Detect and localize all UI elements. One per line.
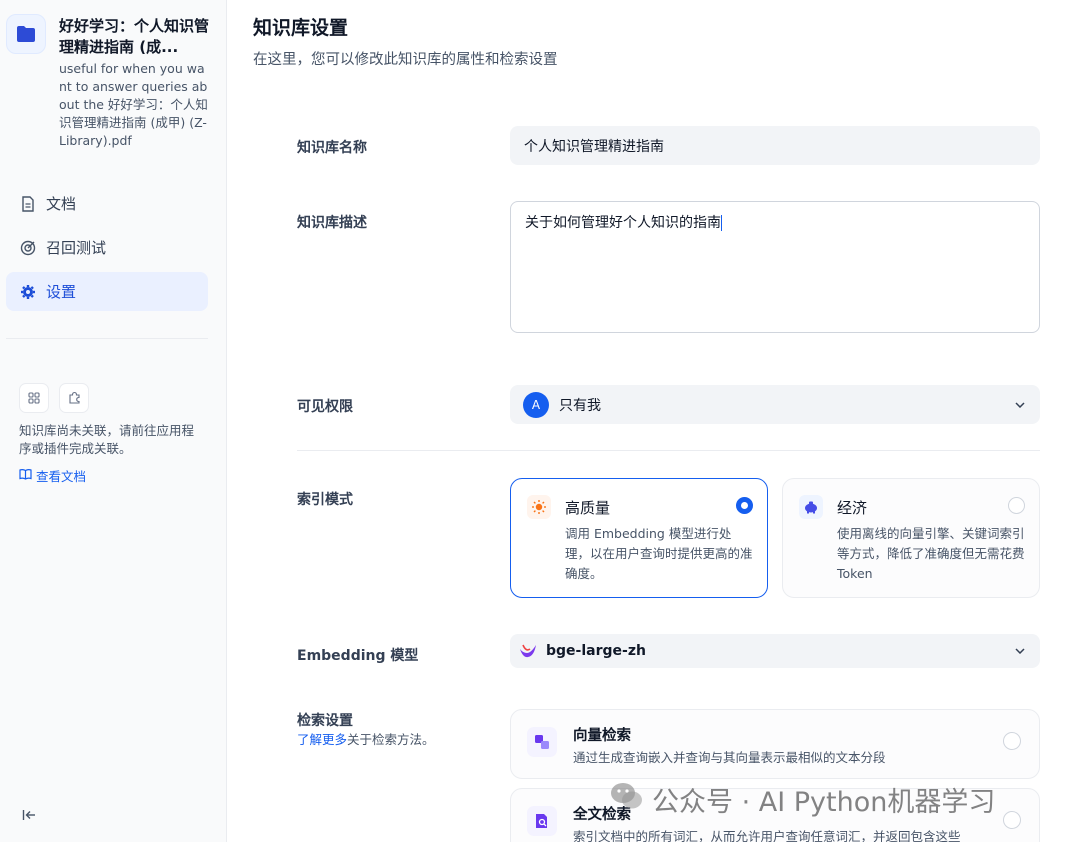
radio-unselected[interactable] [1003,732,1021,750]
plugin-button[interactable] [59,383,89,413]
sidebar-item-label: 文档 [46,195,77,213]
link-buttons [19,383,89,413]
apps-grid-icon [28,389,40,408]
chevron-down-icon [1014,645,1026,657]
sidebar-divider [6,338,208,339]
sidebar-item-label: 召回测试 [46,239,107,257]
watermark-text: 公众号 · AI Python机器学习 [652,787,996,818]
index-mode-economy[interactable]: 经济 使用离线的向量引擎、关键词索引等方式，降低了准确度但无需花费 Token [782,478,1040,598]
chevron-down-icon [1014,399,1026,411]
embedding-model-value: bge-large-zh [546,643,646,659]
section-divider [297,450,1040,451]
book-icon [19,468,32,483]
puzzle-icon [68,389,81,408]
radio-unselected[interactable] [1008,497,1025,514]
view-docs-link[interactable]: 查看文档 [19,466,86,485]
index-mode-desc: 调用 Embedding 模型进行处理，以在用户查询时提供更高的准确度。 [565,526,753,581]
kb-name-label: 知识库名称 [297,140,367,156]
kb-desc-text: 关于如何管理好个人知识的指南 [525,215,721,231]
learn-more-suffix: 关于检索方法。 [347,732,435,747]
target-icon [20,240,36,256]
embedding-model-label: Embedding 模型 [297,648,419,664]
permission-label: 可见权限 [297,399,353,415]
fulltext-search-icon [527,806,557,836]
retrieval-vector-search[interactable]: 向量检索 通过生成查询嵌入并查询与其向量表示最相似的文本分段 [510,709,1040,779]
collapse-sidebar-button[interactable] [20,806,38,824]
radio-selected[interactable] [736,497,753,514]
sidebar-nav: 文档 召回测试 设置 [6,184,208,316]
embedding-model-select[interactable]: bge-large-zh [510,634,1040,668]
sidebar-item-settings[interactable]: 设置 [6,272,208,311]
model-logo-icon [518,641,538,661]
retrieval-method-title: 向量检索 [573,728,631,744]
index-mode-title: 经济 [837,499,868,517]
vector-search-icon [527,727,557,757]
sidebar: 好好学习：个人知识管理精进指南 (成... useful for when yo… [0,0,227,842]
index-mode-high-quality[interactable]: 高质量 调用 Embedding 模型进行处理，以在用户查询时提供更高的准确度。 [510,478,768,598]
text-cursor [721,215,722,231]
retrieval-method-desc: 索引文档中的所有词汇，从而允许用户查询任意词汇，并返回包含这些 [573,829,961,842]
view-docs-label: 查看文档 [36,469,87,484]
kb-desc-label: 知识库描述 [297,215,367,231]
kb-description: useful for when you want to answer queri… [59,61,208,148]
learn-more-link[interactable]: 了解更多 [297,732,347,747]
retrieval-settings-label: 检索设置 [297,713,353,729]
page-subtitle: 在这里，您可以修改此知识库的属性和检索设置 [253,52,558,68]
gear-icon [20,284,36,300]
folder-icon [6,14,46,54]
index-mode-title: 高质量 [565,499,611,517]
not-linked-notice: 知识库尚未关联，请前往应用程序或插件完成关联。 [19,423,195,456]
sidebar-item-recall-test[interactable]: 召回测试 [6,228,208,267]
collapse-left-icon [22,806,36,825]
piggy-bank-icon [799,495,823,519]
kb-desc-textarea[interactable]: 关于如何管理好个人知识的指南 [510,201,1040,333]
index-mode-desc: 使用离线的向量引擎、关键词索引等方式，降低了准确度但无需花费 Token [837,526,1025,581]
avatar: A [523,391,549,418]
index-mode-label: 索引模式 [297,492,353,508]
learn-more-text: 了解更多关于检索方法。 [297,729,435,748]
kb-title: 好好学习：个人知识管理精进指南 (成... [59,17,209,56]
retrieval-method-desc: 通过生成查询嵌入并查询与其向量表示最相似的文本分段 [573,750,886,765]
sidebar-item-label: 设置 [46,283,77,301]
permission-select[interactable]: A 只有我 [510,385,1040,424]
radio-unselected[interactable] [1003,811,1021,829]
apps-button[interactable] [19,383,49,413]
page-title: 知识库设置 [253,17,349,39]
document-icon [20,195,36,212]
sun-icon [527,495,551,519]
permission-value: 只有我 [559,397,601,414]
wechat-icon [610,781,644,818]
sidebar-item-documents[interactable]: 文档 [6,184,208,223]
watermark: 公众号 · AI Python机器学习 [610,780,995,819]
kb-name-input[interactable]: 个人知识管理精进指南 [510,126,1040,165]
